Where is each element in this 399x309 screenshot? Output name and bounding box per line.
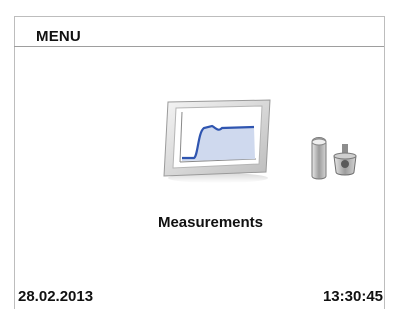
- menu-item-label: Measurements: [157, 214, 264, 231]
- measurements-monitor-icon[interactable]: [160, 98, 274, 184]
- status-date: 28.02.2013: [18, 288, 94, 305]
- menu-item-caption: Measurements: [0, 214, 399, 232]
- header-bar: MENU: [14, 16, 384, 47]
- frame-right-border: [384, 16, 385, 309]
- status-time: 13:30:45: [322, 288, 383, 305]
- device-screen: MENU Measurements 28.02.2013 13:30:45: [0, 0, 399, 309]
- menu-title: MENU: [36, 28, 81, 45]
- titrator-instrument-icon[interactable]: [308, 132, 366, 184]
- frame-left-border: [14, 16, 15, 309]
